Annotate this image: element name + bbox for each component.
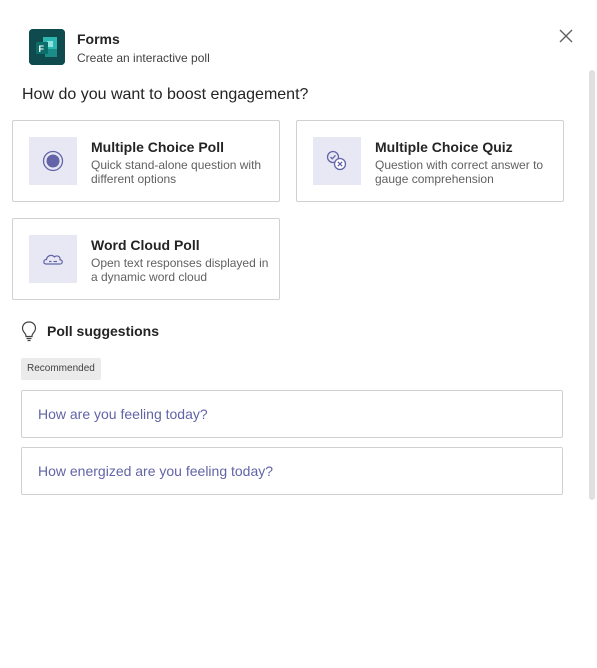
scrollbar[interactable] (589, 70, 595, 500)
multiple-choice-poll-card[interactable]: Multiple Choice Poll Quick stand-alone q… (12, 120, 280, 202)
suggestion-item[interactable]: How energized are you feeling today? (21, 447, 563, 495)
lightbulb-icon (20, 320, 38, 344)
multiple-choice-quiz-card[interactable]: Multiple Choice Quiz Question with corre… (296, 120, 564, 202)
app-subtitle: Create an interactive poll (77, 51, 210, 65)
app-title: Forms (77, 31, 120, 47)
page-heading: How do you want to boost engagement? (22, 86, 309, 103)
option-description: Question with correct answer to gauge co… (375, 158, 544, 186)
suggestion-text: How energized are you feeling today? (38, 463, 274, 479)
word-cloud-icon (29, 235, 77, 283)
quiz-check-icon (313, 137, 361, 185)
option-description: Open text responses displayed in a dynam… (91, 256, 269, 284)
suggestion-item[interactable]: How are you feeling today? (21, 390, 563, 438)
poll-suggestions-label: Poll suggestions (47, 323, 160, 339)
suggestion-text: How are you feeling today? (38, 406, 208, 422)
word-cloud-poll-card[interactable]: Word Cloud Poll Open text responses disp… (12, 218, 280, 300)
radio-button-icon (29, 137, 77, 185)
forms-logo-icon: F (29, 29, 65, 65)
recommended-badge: Recommended (21, 358, 101, 380)
option-title: Multiple Choice Quiz (375, 139, 513, 155)
forms-app-icon: F (29, 29, 65, 65)
option-title: Word Cloud Poll (91, 237, 200, 253)
close-icon (559, 29, 573, 43)
option-title: Multiple Choice Poll (91, 139, 225, 155)
close-button[interactable] (556, 26, 576, 46)
option-description: Quick stand-alone question with differen… (91, 158, 262, 186)
svg-text:F: F (39, 44, 45, 54)
